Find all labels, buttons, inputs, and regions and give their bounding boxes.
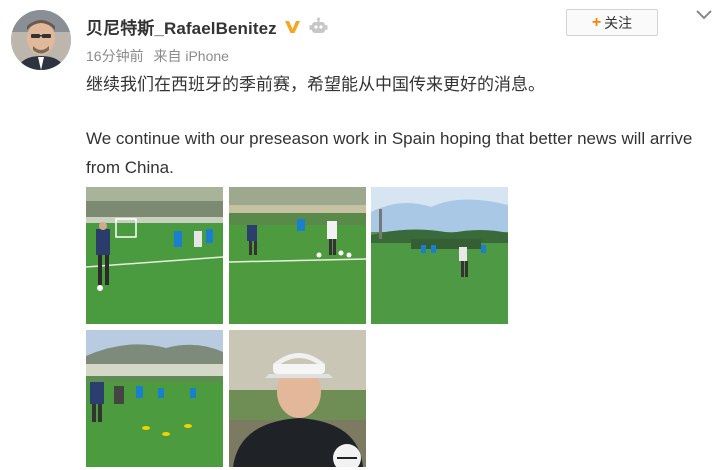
post-meta: 16分钟前 来自 iPhone — [86, 46, 235, 66]
post-text-english: We continue with our preseason work in S… — [86, 129, 693, 177]
post-timestamp[interactable]: 16分钟前 — [86, 48, 144, 64]
post-text-chinese: 继续我们在西班牙的季前赛，希望能从中国传来更好的消息。 — [86, 75, 545, 94]
post-source[interactable]: 来自 iPhone — [153, 48, 228, 64]
photo-training-pitch-1 — [86, 187, 223, 324]
username[interactable]: 贝尼特斯_RafaelBenitez — [86, 14, 277, 39]
post-photo-4[interactable] — [86, 330, 223, 467]
follow-button[interactable]: + 关注 — [566, 9, 658, 36]
chevron-down-icon[interactable] — [694, 8, 714, 22]
photo-coach-portrait — [229, 330, 366, 467]
photo-training-pitch-2 — [229, 187, 366, 324]
robot-member-icon[interactable] — [309, 17, 328, 36]
follow-label: 关注 — [604, 14, 633, 31]
post-photo-5[interactable] — [229, 330, 366, 467]
avatar[interactable] — [11, 10, 71, 70]
avatar-image — [11, 10, 71, 70]
photo-training-pitch-3 — [371, 187, 508, 324]
post-photo-2[interactable] — [229, 187, 366, 324]
verified-v-badge-icon[interactable] — [284, 18, 301, 35]
plus-icon: + — [591, 13, 602, 31]
post-photo-3[interactable] — [371, 187, 508, 324]
photo-training-pitch-4 — [86, 330, 223, 467]
name-row: 贝尼特斯_RafaelBenitez — [86, 14, 328, 38]
post-photo-1[interactable] — [86, 187, 223, 324]
